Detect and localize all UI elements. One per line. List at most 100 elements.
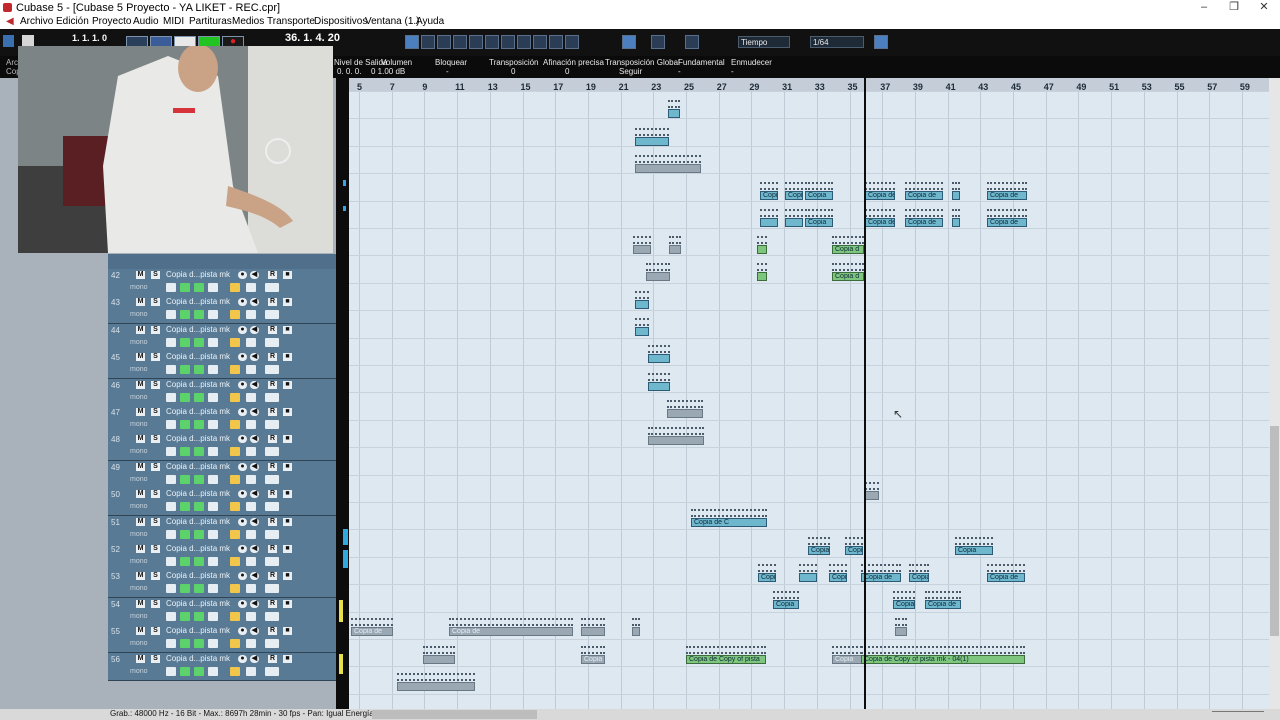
record-enable-icon[interactable]: ● bbox=[238, 435, 247, 444]
track-name[interactable]: Copia d...pista mk bbox=[166, 462, 230, 471]
autoscroll-icon[interactable] bbox=[622, 35, 636, 49]
read-automation-button[interactable]: R bbox=[268, 271, 277, 279]
vertical-scroll-thumb[interactable] bbox=[1270, 426, 1279, 636]
solo-button[interactable]: S bbox=[151, 545, 160, 553]
menu-dispositivos[interactable]: Dispositivos bbox=[314, 16, 367, 27]
audio-event[interactable] bbox=[757, 272, 767, 281]
lanes-icon[interactable] bbox=[246, 639, 256, 649]
edit-channel-icon[interactable] bbox=[166, 392, 176, 402]
write-automation-button[interactable]: ■ bbox=[283, 353, 292, 362]
mute-button[interactable]: M bbox=[136, 353, 145, 362]
mute-button[interactable]: M bbox=[136, 380, 145, 389]
sends-icon[interactable] bbox=[194, 447, 204, 457]
event-display[interactable]: CopiaCopiaCopiaCopia deCopia deCopia deC… bbox=[349, 91, 1269, 709]
freeze-icon[interactable] bbox=[208, 502, 218, 512]
freeze-icon[interactable] bbox=[208, 283, 218, 292]
monitor-icon[interactable]: ◀ bbox=[250, 325, 259, 334]
monitor-icon[interactable]: ◀ bbox=[250, 490, 259, 499]
lock-icon[interactable] bbox=[230, 557, 240, 566]
audio-event[interactable] bbox=[635, 164, 701, 173]
lanes-icon[interactable] bbox=[246, 392, 256, 402]
audio-event[interactable] bbox=[952, 218, 960, 227]
track-version-icon[interactable] bbox=[265, 611, 279, 621]
lock-icon[interactable] bbox=[230, 337, 240, 347]
solo-button[interactable]: S bbox=[151, 271, 160, 279]
monitor-icon[interactable]: ◀ bbox=[250, 462, 259, 471]
lanes-icon[interactable] bbox=[246, 337, 256, 347]
freeze-icon[interactable] bbox=[208, 447, 218, 457]
menu-edicion[interactable]: Edición bbox=[56, 16, 89, 27]
audio-event[interactable]: Copia bbox=[758, 573, 776, 582]
timeline-ruler[interactable]: 5 7 9 11 13 15 17 19 21 23 25 27 29 31 33 35 37 39 41 43 45 4… bbox=[349, 78, 1269, 92]
read-automation-button[interactable]: R bbox=[268, 599, 277, 608]
menu-ventana[interactable]: Ventana (1.) bbox=[365, 16, 419, 27]
sends-icon[interactable] bbox=[194, 639, 204, 649]
power-icon[interactable] bbox=[3, 35, 14, 47]
audio-event[interactable] bbox=[632, 627, 640, 636]
track-version-icon[interactable] bbox=[265, 420, 279, 429]
write-automation-button[interactable]: ■ bbox=[283, 408, 292, 416]
freeze-icon[interactable] bbox=[208, 420, 218, 429]
lock-icon[interactable] bbox=[230, 584, 240, 594]
track-version-icon[interactable] bbox=[265, 310, 279, 320]
audio-event[interactable]: Copia d bbox=[832, 245, 864, 254]
lock-icon[interactable] bbox=[230, 611, 240, 621]
monitor-icon[interactable]: ◀ bbox=[250, 408, 259, 416]
track-version-icon[interactable] bbox=[265, 283, 279, 292]
audio-event[interactable]: Copia de bbox=[905, 191, 943, 200]
edit-channel-icon[interactable] bbox=[166, 639, 176, 649]
track-header-row[interactable]: 42 M S Copia d...pista mk ● ◀ R ■ mono bbox=[108, 269, 336, 297]
track-version-icon[interactable] bbox=[265, 392, 279, 402]
record-enable-icon[interactable]: ● bbox=[238, 325, 247, 334]
read-automation-button[interactable]: R bbox=[268, 490, 277, 499]
audio-event[interactable] bbox=[635, 327, 649, 336]
edit-channel-icon[interactable] bbox=[166, 365, 176, 375]
audio-event[interactable] bbox=[760, 218, 778, 227]
record-enable-icon[interactable]: ● bbox=[238, 380, 247, 389]
lock-icon[interactable] bbox=[230, 420, 240, 429]
track-header-row[interactable]: 48 M S Copia d...pista mk ● ◀ R ■ mono bbox=[108, 433, 336, 462]
audio-event[interactable] bbox=[633, 245, 651, 254]
minimize-icon[interactable]: – bbox=[1197, 1, 1211, 14]
audio-event[interactable] bbox=[799, 573, 817, 582]
vertical-scrollbar[interactable] bbox=[1269, 78, 1280, 709]
audio-event[interactable]: Copia bbox=[845, 546, 863, 555]
freeze-icon[interactable] bbox=[208, 365, 218, 375]
mute-button[interactable]: M bbox=[136, 490, 145, 499]
freeze-icon[interactable] bbox=[208, 557, 218, 566]
edit-channel-icon[interactable] bbox=[166, 557, 176, 566]
audio-event[interactable]: Copia bbox=[832, 655, 862, 664]
solo-button[interactable]: S bbox=[151, 627, 160, 636]
zoom-tool-icon[interactable] bbox=[485, 35, 499, 49]
audio-event[interactable]: Copia de bbox=[987, 218, 1027, 227]
sends-icon[interactable] bbox=[194, 529, 204, 539]
write-automation-button[interactable]: ■ bbox=[283, 517, 292, 526]
audio-event[interactable]: Copia bbox=[955, 546, 993, 555]
erase-tool-icon[interactable] bbox=[469, 35, 483, 49]
inserts-icon[interactable] bbox=[180, 283, 190, 292]
audio-event[interactable] bbox=[895, 627, 907, 636]
range-selection-tool-icon[interactable] bbox=[421, 35, 435, 49]
edit-channel-icon[interactable] bbox=[166, 529, 176, 539]
inserts-icon[interactable] bbox=[180, 666, 190, 676]
sends-icon[interactable] bbox=[194, 474, 204, 484]
grid-type-select[interactable]: Tiempo bbox=[738, 36, 790, 48]
freeze-icon[interactable] bbox=[208, 474, 218, 484]
lock-icon[interactable] bbox=[230, 529, 240, 539]
mute-button[interactable]: M bbox=[136, 599, 145, 608]
lanes-icon[interactable] bbox=[246, 447, 256, 457]
monitor-icon[interactable]: ◀ bbox=[250, 599, 259, 608]
record-enable-icon[interactable]: ● bbox=[238, 627, 247, 636]
monitor-icon[interactable]: ◀ bbox=[250, 380, 259, 389]
mute-button[interactable]: M bbox=[136, 298, 145, 307]
lanes-icon[interactable] bbox=[246, 310, 256, 320]
line-tool-icon[interactable] bbox=[533, 35, 547, 49]
track-version-icon[interactable] bbox=[265, 474, 279, 484]
record-enable-icon[interactable]: ● bbox=[238, 654, 247, 663]
audio-event[interactable] bbox=[648, 354, 670, 363]
lock-icon[interactable] bbox=[230, 310, 240, 320]
mute-button[interactable]: M bbox=[136, 408, 145, 416]
audio-event[interactable] bbox=[669, 245, 681, 254]
record-enable-icon[interactable]: ● bbox=[238, 545, 247, 553]
write-automation-button[interactable]: ■ bbox=[283, 599, 292, 608]
